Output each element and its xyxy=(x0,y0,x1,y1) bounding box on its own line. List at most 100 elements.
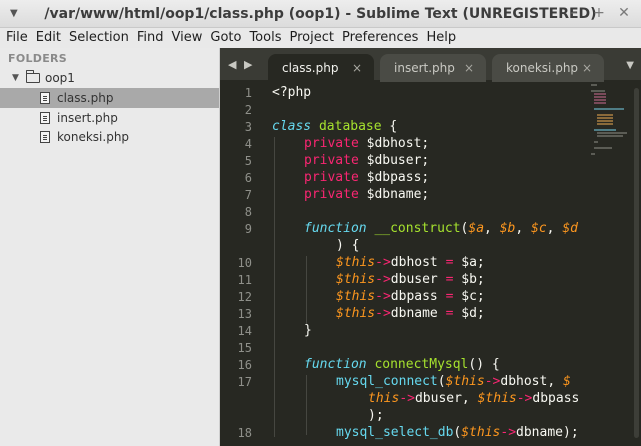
code-line-1: <?php xyxy=(272,85,311,100)
menu-help[interactable]: Help xyxy=(422,28,460,48)
code-editor[interactable]: 1 2 3 4 5 6 7 8 9 10 11 12 13 14 15 16 1… xyxy=(220,82,641,446)
sidebar-folder-oop1[interactable]: ▼ oop1 xyxy=(0,68,219,88)
minimap-line xyxy=(594,108,624,110)
code-line-3: class database { xyxy=(272,119,398,134)
menu-preferences[interactable]: Preferences xyxy=(338,28,422,48)
file-label: koneksi.php xyxy=(57,130,130,144)
minimap-line xyxy=(597,123,613,125)
line-number: 7 xyxy=(244,188,252,202)
line-number: 17 xyxy=(237,375,252,389)
code-line-18: mysql_select_db($this->dbname); xyxy=(336,425,579,440)
tab-koneksi-php[interactable]: koneksi.php × xyxy=(492,54,604,82)
code-line-12: $this->dbpass = $c; xyxy=(336,289,485,304)
minimap-line xyxy=(591,84,597,86)
code-line-6: private $dbpass; xyxy=(304,170,430,185)
line-number: 6 xyxy=(244,171,252,185)
code-line-4: private $dbhost; xyxy=(304,136,430,151)
code-line-9: function __construct($a, $b, $c, $d xyxy=(304,221,578,236)
tab-dropdown-icon[interactable]: ▼ xyxy=(626,60,634,71)
file-label: class.php xyxy=(57,91,114,105)
line-number: 1 xyxy=(244,86,252,100)
line-number: 18 xyxy=(237,426,252,440)
line-number-gutter: 1 2 3 4 5 6 7 8 9 10 11 12 13 14 15 16 1… xyxy=(220,82,268,446)
code-line-16: function connectMysql() { xyxy=(304,357,500,372)
line-number: 4 xyxy=(244,137,252,151)
tab-label: koneksi.php xyxy=(506,61,579,75)
vertical-scrollbar[interactable] xyxy=(634,88,639,438)
tab-next-icon[interactable]: ▶ xyxy=(244,58,252,71)
menu-selection[interactable]: Selection xyxy=(65,28,133,48)
code-line-10: $this->dbhost = $a; xyxy=(336,255,485,270)
minimap-line xyxy=(594,99,606,101)
minimap-line xyxy=(594,129,616,131)
code-line-17: mysql_connect($this->dbhost, $ xyxy=(336,374,571,389)
code-line-17-wrap-2: ); xyxy=(368,408,384,423)
title-bar: ▼ /var/www/html/oop1/class.php (oop1) - … xyxy=(0,0,641,28)
minimap-line xyxy=(594,102,606,104)
tab-bar: ◀ ▶ class.php × insert.php × koneksi.php… xyxy=(220,48,641,82)
sidebar-file-insert[interactable]: insert.php xyxy=(0,108,219,128)
menu-view[interactable]: View xyxy=(168,28,207,48)
minimap-line xyxy=(594,147,612,149)
line-number: 14 xyxy=(237,324,252,338)
line-number: 3 xyxy=(244,120,252,134)
close-icon[interactable]: ✕ xyxy=(616,5,632,21)
line-number: 2 xyxy=(244,103,252,117)
line-number: 10 xyxy=(237,256,252,270)
line-number: 9 xyxy=(244,222,252,236)
menu-edit[interactable]: Edit xyxy=(32,28,65,48)
menu-find[interactable]: Find xyxy=(133,28,168,48)
line-number: 8 xyxy=(244,205,252,219)
indent-guide xyxy=(306,256,307,324)
disclosure-down-icon[interactable]: ▼ xyxy=(12,73,22,83)
sidebar-file-class[interactable]: class.php xyxy=(0,88,219,108)
line-number: 11 xyxy=(237,273,252,287)
tab-label: class.php xyxy=(282,61,339,75)
minimap-line xyxy=(597,117,613,119)
tab-close-icon[interactable]: × xyxy=(464,61,474,75)
line-number: 15 xyxy=(237,341,252,355)
minimize-icon[interactable]: – xyxy=(566,5,582,21)
tab-close-icon[interactable]: × xyxy=(582,61,592,75)
code-token: <?php xyxy=(272,85,312,100)
minimap-line xyxy=(591,90,605,92)
minimap-line xyxy=(597,114,613,116)
line-number: 16 xyxy=(237,358,252,372)
menu-project[interactable]: Project xyxy=(285,28,337,48)
code-line-14: } xyxy=(304,323,312,338)
minimap-line xyxy=(591,153,595,155)
minimap-line xyxy=(597,135,623,137)
folder-label: oop1 xyxy=(45,71,75,85)
menu-tools[interactable]: Tools xyxy=(245,28,285,48)
menu-bar: File Edit Selection Find View Goto Tools… xyxy=(0,28,641,48)
minimap-line xyxy=(594,141,598,143)
tab-close-icon[interactable]: × xyxy=(352,61,362,75)
minimap-line xyxy=(594,93,606,95)
window-title: /var/www/html/oop1/class.php (oop1) - Su… xyxy=(44,6,597,22)
tab-label: insert.php xyxy=(394,61,455,75)
maximize-icon[interactable]: + xyxy=(591,5,607,21)
code-line-5: private $dbuser; xyxy=(304,153,430,168)
minimap-line xyxy=(594,96,606,98)
code-area[interactable]: <?php class database { private $dbhost; … xyxy=(272,82,582,446)
menu-file[interactable]: File xyxy=(2,28,32,48)
code-line-11: $this->dbuser = $b; xyxy=(336,272,485,287)
tab-insert-php[interactable]: insert.php × xyxy=(380,54,486,82)
menu-goto[interactable]: Goto xyxy=(206,28,245,48)
sidebar-file-koneksi[interactable]: koneksi.php xyxy=(0,127,219,147)
tab-class-php[interactable]: class.php × xyxy=(268,54,374,82)
file-icon xyxy=(40,112,50,124)
tab-prev-icon[interactable]: ◀ xyxy=(228,58,236,71)
indent-guide xyxy=(306,375,307,435)
code-line-13: $this->dbname = $d; xyxy=(336,306,485,321)
line-number: 5 xyxy=(244,154,252,168)
code-line-17-wrap-1: this->dbuser, $this->dbpass xyxy=(368,391,580,406)
minimap[interactable] xyxy=(591,84,631,164)
file-icon xyxy=(40,92,50,104)
folder-open-icon xyxy=(26,70,40,83)
sidebar: FOLDERS ▼ oop1 class.php insert.php kone… xyxy=(0,48,220,446)
folders-header: FOLDERS xyxy=(8,52,68,65)
file-icon xyxy=(40,131,50,143)
code-line-7: private $dbname; xyxy=(304,187,430,202)
minimap-line xyxy=(597,132,627,134)
